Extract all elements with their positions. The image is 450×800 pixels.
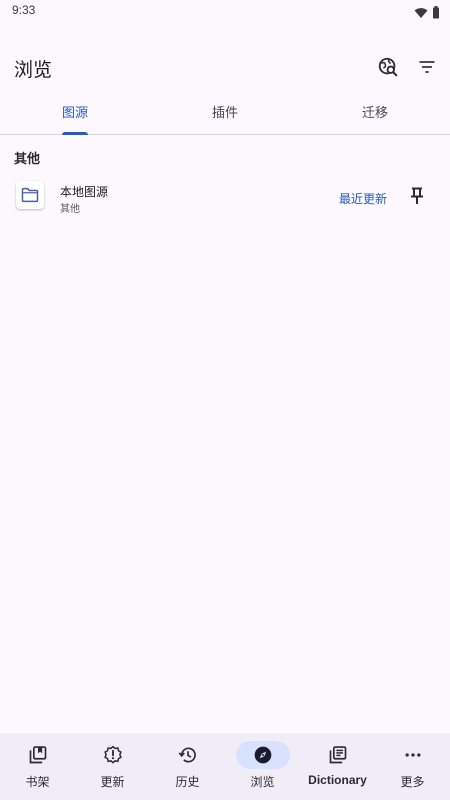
status-bar: 9:33 <box>0 0 450 22</box>
status-icons <box>414 4 440 23</box>
tab-indicator <box>62 132 88 135</box>
nav-item-history[interactable]: 历史 <box>150 733 225 800</box>
dictionary-icon <box>327 744 349 766</box>
tab-label: 迁移 <box>361 106 388 121</box>
history-icon <box>177 744 199 766</box>
status-time: 9:33 <box>12 3 36 17</box>
nav-item-browse[interactable]: 浏览 <box>225 733 300 800</box>
global-search-icon[interactable] <box>376 55 400 79</box>
pin-icon[interactable] <box>407 185 427 207</box>
more-icon <box>402 744 424 766</box>
library-icon <box>27 744 49 766</box>
updates-icon <box>102 744 124 766</box>
nav-label: 浏览 <box>250 775 275 789</box>
nav-label: 更多 <box>400 775 425 789</box>
nav-item-dictionary[interactable]: Dictionary <box>300 733 375 800</box>
compass-icon <box>252 744 274 766</box>
latest-button[interactable]: 最近更新 <box>339 190 387 207</box>
app-bar: 浏览 <box>0 44 450 92</box>
tab-bar: 图源 插件 迁移 <box>0 94 450 135</box>
bottom-navigation: 书架 更新 历史 浏览 Dictionary 更多 <box>0 733 450 800</box>
tab-sources[interactable]: 图源 <box>0 94 150 135</box>
source-item[interactable]: 本地图源 其他 最近更新 <box>0 175 450 219</box>
tab-migrate[interactable]: 迁移 <box>300 94 450 134</box>
section-header: 其他 <box>14 152 41 167</box>
nav-item-library[interactable]: 书架 <box>0 733 75 800</box>
battery-icon <box>432 4 440 23</box>
nav-label: 书架 <box>25 775 50 789</box>
page-title: 浏览 <box>14 59 53 81</box>
nav-label: 更新 <box>100 775 125 789</box>
nav-label: 历史 <box>175 775 200 789</box>
wifi-icon <box>414 4 428 23</box>
folder-icon <box>16 181 44 209</box>
tab-label: 图源 <box>61 106 88 121</box>
tab-extensions[interactable]: 插件 <box>150 94 300 134</box>
source-name: 本地图源 <box>60 185 109 199</box>
nav-item-updates[interactable]: 更新 <box>75 733 150 800</box>
nav-item-more[interactable]: 更多 <box>375 733 450 800</box>
filter-icon[interactable] <box>415 55 439 79</box>
source-language: 其他 <box>60 204 80 215</box>
nav-label: Dictionary <box>308 773 367 787</box>
tab-label: 插件 <box>211 106 238 121</box>
